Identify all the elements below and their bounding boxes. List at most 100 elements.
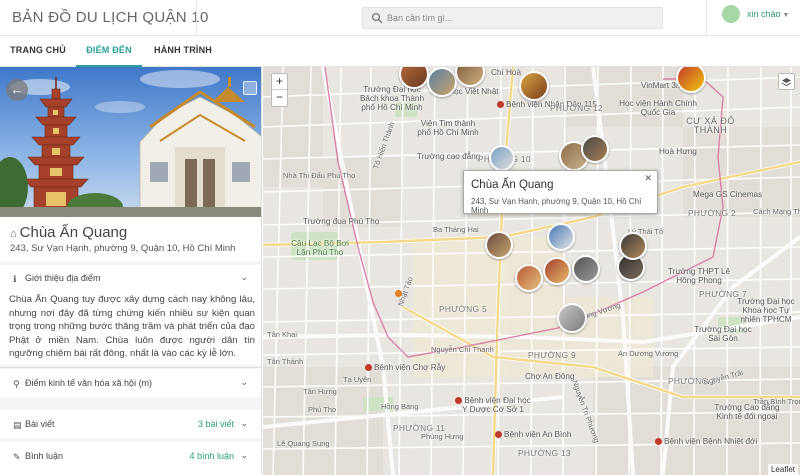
map-label: Hoà Hưng <box>659 147 697 156</box>
home-icon: ⌂ <box>10 228 17 240</box>
hospital-icon <box>655 438 662 445</box>
tab-home[interactable]: TRANG CHỦ <box>0 36 76 67</box>
chevron-down-icon: ⌄ <box>240 377 248 387</box>
layers-button[interactable] <box>778 73 795 90</box>
back-button[interactable]: ← <box>6 79 28 101</box>
place-photo: ← <box>0 67 261 217</box>
map-label: Trường Đại học Khoa học Tự nhiên TPHCM <box>737 297 795 324</box>
road-label: Trần Bình Trọng <box>753 397 800 406</box>
tab-destinations[interactable]: ĐIỂM ĐẾN <box>76 36 142 67</box>
popup-title: Chùa Ấn Quang <box>471 179 554 191</box>
place-marker[interactable] <box>543 257 571 285</box>
page-title: ⌂ Chùa Ấn Quang <box>10 224 127 241</box>
hospital-icon <box>365 364 372 371</box>
district-label: PHƯỜNG 2 <box>688 208 736 218</box>
road-label: Ba Tháng Hai <box>433 225 479 234</box>
posts-label: Bài viết <box>25 419 55 429</box>
header-divider <box>706 0 707 36</box>
place-marker[interactable] <box>519 71 549 101</box>
intro-header[interactable]: ℹ Giới thiệu địa điểm ⌄ <box>0 268 261 290</box>
road-label: Tạ Uyên <box>343 375 372 384</box>
place-marker[interactable] <box>557 303 587 333</box>
map-label: Mega GS Cinemas <box>693 190 763 199</box>
place-popup: Chùa Ấn Quang 243, Sư Vạn Hạnh, phường 9… <box>463 170 658 215</box>
tab-itinerary[interactable]: HÀNH TRÌNH <box>142 36 224 67</box>
arrow-left-icon: ← <box>10 82 24 97</box>
place-marker[interactable] <box>489 145 515 171</box>
place-marker[interactable] <box>485 231 513 259</box>
place-marker[interactable] <box>547 223 575 251</box>
search-input[interactable] <box>387 10 657 26</box>
comments-count: 4 bình luận <box>189 451 234 461</box>
user-menu[interactable]: xin chào ▼ <box>747 9 789 19</box>
chevron-down-icon: ⌄ <box>240 418 248 428</box>
road-label: Nguyễn Chí Thanh <box>431 345 494 354</box>
road-label: Tân Thành <box>267 357 304 366</box>
chevron-down-icon: ⌄ <box>240 272 248 282</box>
map-label: Viện Tim thành phố Hồ Chí Minh <box>417 119 479 137</box>
map-label: Bệnh viện Bệnh Nhiệt đới <box>655 437 757 446</box>
info-icon: ℹ <box>13 274 17 284</box>
road-label: Phùng Hưng <box>421 432 464 441</box>
map-attribution[interactable]: Leaflet <box>767 464 798 475</box>
pagoda-photo <box>0 67 261 217</box>
zoom-in-button[interactable]: + <box>272 74 287 90</box>
chevron-down-icon: ⌄ <box>240 450 248 460</box>
avatar[interactable] <box>722 5 740 23</box>
road-label: Tân Hưng <box>303 387 337 396</box>
posts-header[interactable]: ▤ Bài viết 3 bài viết ⌄ <box>0 414 261 436</box>
place-marker[interactable] <box>515 264 543 292</box>
map-label: Trường cao đẳng <box>417 152 481 161</box>
zoom-out-button[interactable]: − <box>272 90 287 106</box>
map-label: Trường Đại học Bách khoa Thành phố Hồ Ch… <box>359 85 425 112</box>
place-marker[interactable] <box>427 67 457 97</box>
map-label <box>395 289 404 298</box>
map-label: Trường Đại học Sài Gòn <box>694 325 752 343</box>
layers-icon <box>781 78 792 87</box>
map-label: Chợ An Đông <box>525 372 575 381</box>
intro-text: Chùa Ấn Quang tuy được xây dựng cách nay… <box>9 294 255 360</box>
zoom-control: + − <box>271 73 288 107</box>
map-label: Trường THPT Lê Hồng Phong <box>667 267 731 285</box>
map-label: Học viện Hành Chính Quốc Gia <box>619 99 697 117</box>
nearby-header[interactable]: ⚲ Điểm kinh tế văn hóa xã hội (m) ⌄ <box>0 373 261 395</box>
place-marker[interactable] <box>572 255 600 283</box>
district-label: PHƯỜNG 7 <box>699 289 747 299</box>
article-icon: ▤ <box>13 420 22 430</box>
divider <box>0 367 261 368</box>
place-detail-panel: ← ⌂ Chùa Ấn Quang 243, Sư Vạn Hạnh, phườn… <box>0 67 262 475</box>
map-label: Chí Hoà <box>491 68 522 77</box>
road-label: Nhà Thi Đấu Phú Thọ <box>283 171 356 180</box>
gallery-icon[interactable] <box>243 81 257 95</box>
place-address: 243, Sư Vạn Hạnh, phường 9, Quận 10, Hồ … <box>10 243 236 254</box>
search-icon <box>371 12 383 24</box>
popup-address: 243, Sư Vạn Hạnh, phường 9, Quận 10, Hồ … <box>471 197 642 215</box>
road-label: Phú Thọ <box>308 405 337 414</box>
hospital-icon <box>497 101 504 108</box>
nearby-label: Điểm kinh tế văn hóa xã hội (m) <box>25 378 153 388</box>
search-box[interactable] <box>362 7 663 29</box>
app-header: BẢN ĐỒ DU LỊCH QUẬN 10 xin chào▼ <box>0 0 800 36</box>
comment-icon: ✎ <box>13 452 21 462</box>
place-marker[interactable] <box>619 232 647 260</box>
map-label: Bệnh viện Chợ Rẫy <box>365 363 445 372</box>
place-title-text: Chùa Ấn Quang <box>19 224 128 241</box>
map-label: Bệnh viện An Bình <box>495 430 571 439</box>
road-label: Cách Mạng Tháng 8 <box>753 207 800 216</box>
comments-header[interactable]: ✎ Bình luận 4 bình luận ⌄ <box>0 446 261 468</box>
district-label: PHƯỜNG 13 <box>518 448 571 458</box>
district-label: PHƯỜNG 9 <box>528 350 576 360</box>
map-view[interactable]: Chí Hoà VinMart 3/2 Trường Đại học Bách … <box>263 67 800 475</box>
hospital-icon <box>495 431 502 438</box>
district-label: CƯ XÁ ĐÔ THÀNH <box>686 116 735 135</box>
place-marker[interactable] <box>581 135 609 163</box>
poi-icon <box>395 290 402 297</box>
map-label: Câu Lạc Bộ Bơi Lặn Phú Thọ <box>291 239 349 257</box>
intro-label: Giới thiệu địa điểm <box>25 273 101 283</box>
app-title[interactable]: BẢN ĐỒ DU LỊCH QUẬN 10 <box>12 9 209 26</box>
comments-label: Bình luận <box>25 451 64 461</box>
road-label: Hồng Bàng <box>381 402 419 411</box>
close-icon[interactable]: ✕ <box>644 173 652 184</box>
chevron-down-icon: ▼ <box>782 12 790 19</box>
road-label: An Dương Vương <box>618 349 679 358</box>
